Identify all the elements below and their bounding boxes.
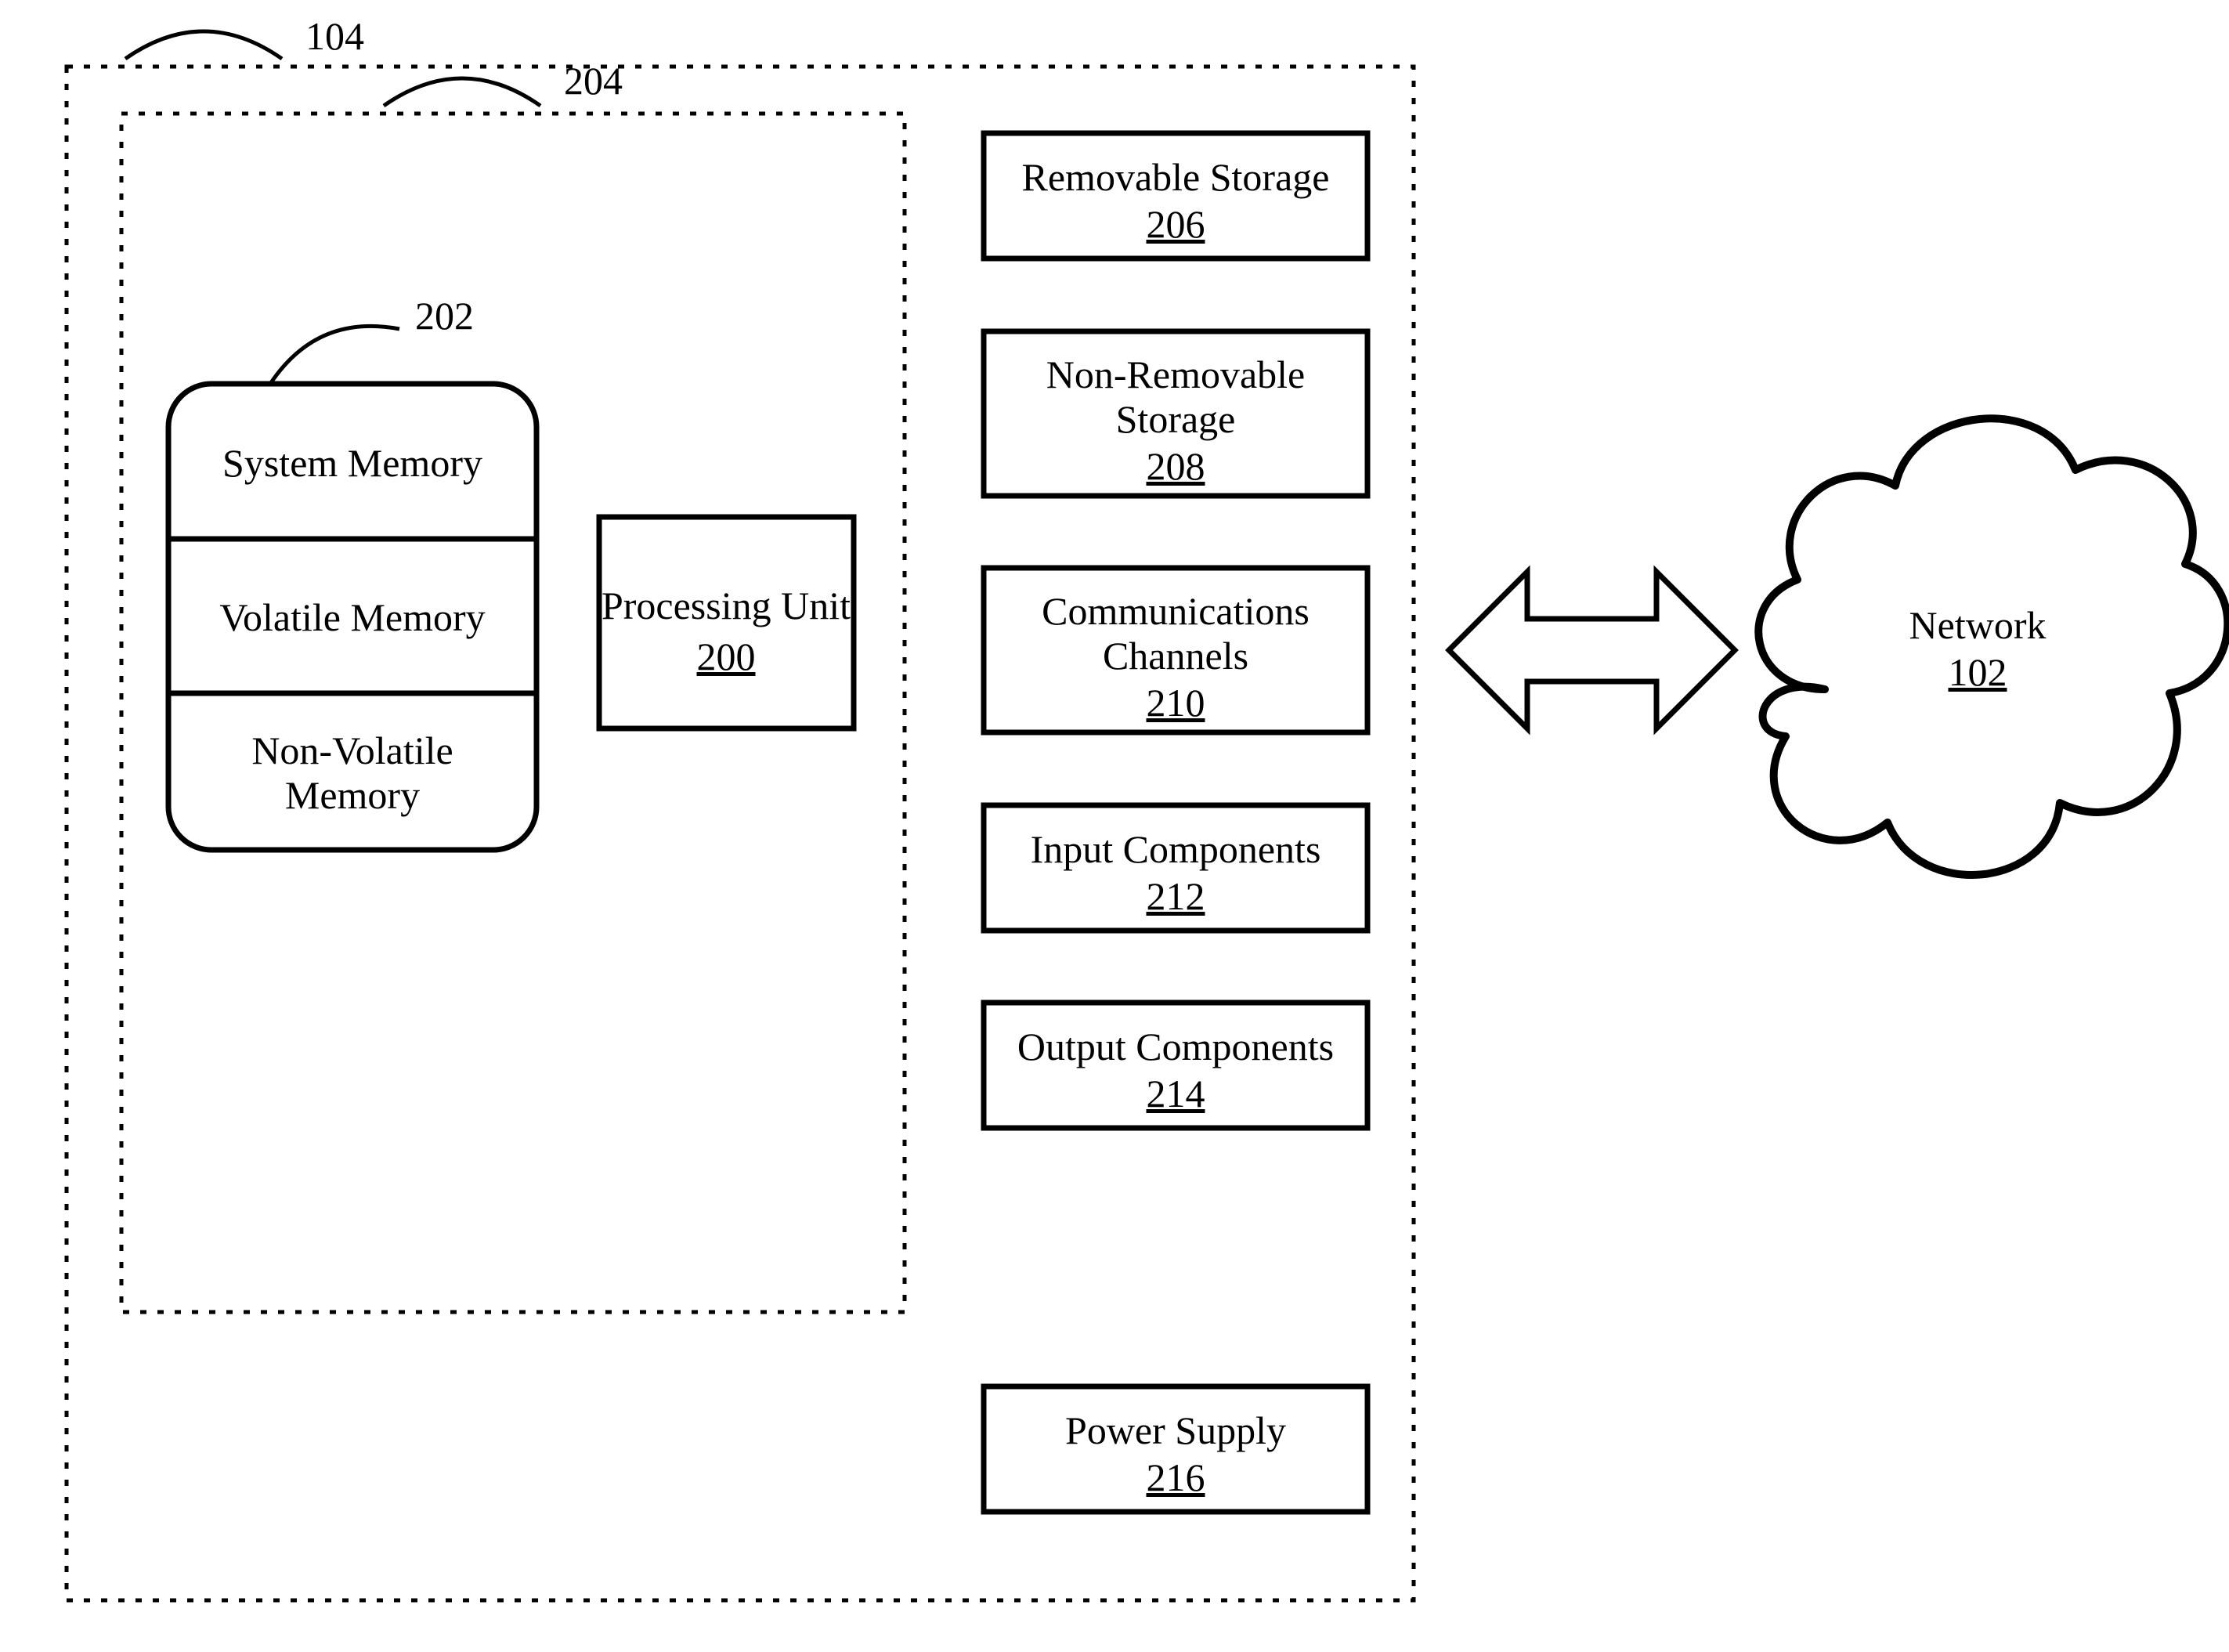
comm-channels-block: Communications Channels 210 [984, 568, 1367, 732]
removable-label: Removable Storage [1022, 155, 1330, 199]
network-num: 102 [1949, 650, 2007, 694]
input-label: Input Components [1031, 827, 1321, 871]
ref-202: 202 [415, 294, 474, 338]
nonremovable-num: 208 [1147, 444, 1205, 488]
inner-box [121, 114, 905, 1312]
power-label: Power Supply [1065, 1408, 1286, 1452]
processing-num: 200 [697, 634, 756, 678]
comm-l1: Communications [1042, 589, 1310, 633]
comm-num: 210 [1147, 681, 1205, 725]
diagram-root: 104 204 System Memory Volatile Memory No… [0, 0, 2229, 1652]
memory-volatile-label: Volatile Memory [219, 595, 485, 639]
removable-num: 206 [1147, 202, 1205, 246]
memory-nonvolatile-l2: Memory [285, 773, 420, 817]
input-components-block: Input Components 212 [984, 805, 1367, 931]
network-cloud: Network 102 [1758, 418, 2227, 875]
output-label: Output Components [1017, 1025, 1334, 1068]
memory-block: System Memory Volatile Memory Non-Volati… [168, 384, 536, 850]
nonremovable-l1: Non-Removable [1046, 352, 1305, 396]
ref-arc-104 [125, 31, 282, 59]
double-arrow-icon [1449, 572, 1735, 728]
output-components-block: Output Components 214 [984, 1003, 1367, 1128]
comm-l2: Channels [1103, 634, 1248, 678]
network-label: Network [1909, 603, 2047, 647]
ref-204: 204 [564, 59, 623, 103]
power-supply-block: Power Supply 216 [984, 1386, 1367, 1512]
processing-label: Processing Unit [602, 584, 851, 627]
power-num: 216 [1147, 1455, 1205, 1499]
memory-nonvolatile-l1: Non-Volatile [251, 728, 453, 772]
nonremovable-storage-block: Non-Removable Storage 208 [984, 331, 1367, 496]
memory-system-label: System Memory [222, 441, 482, 485]
ref-104: 104 [305, 14, 364, 58]
ref-arc-202 [270, 326, 399, 384]
output-num: 214 [1147, 1072, 1205, 1115]
ref-arc-204 [384, 78, 540, 106]
processing-unit-block: Processing Unit 200 [599, 517, 854, 728]
input-num: 212 [1147, 874, 1205, 918]
nonremovable-l2: Storage [1116, 397, 1236, 441]
removable-storage-block: Removable Storage 206 [984, 133, 1367, 258]
